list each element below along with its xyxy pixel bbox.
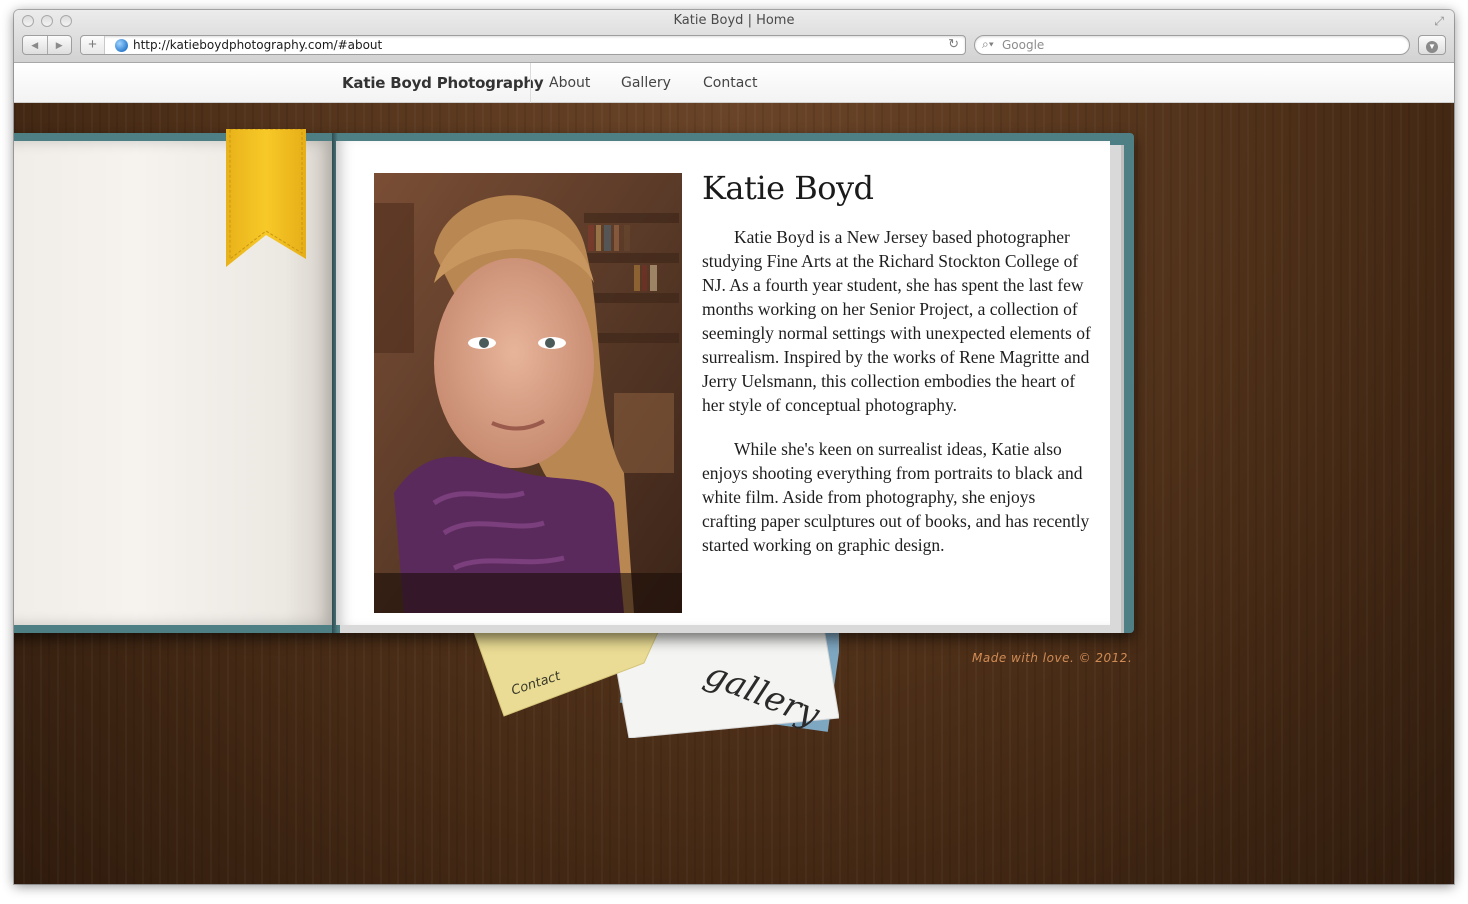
about-paragraph: Katie Boyd is a New Jersey based photogr…	[702, 227, 1091, 415]
portrait-photo	[374, 173, 682, 613]
forward-button[interactable]: ▶	[48, 36, 72, 54]
downloads-button[interactable]: ▼	[1418, 35, 1446, 55]
about-heading: Katie Boyd	[702, 169, 874, 207]
window-title: Katie Boyd | Home	[673, 13, 795, 28]
nav-divider	[530, 63, 531, 103]
address-url[interactable]: http://katieboydphotography.com/#about	[133, 38, 382, 52]
wood-background: gallery Contact Katie Boyd Katie Boyd is…	[14, 103, 1454, 884]
nav-link-gallery[interactable]: Gallery	[621, 75, 671, 91]
back-button[interactable]: ◀	[23, 36, 48, 54]
browser-window: Katie Boyd | Home ⤢ ◀ ▶ + http://katiebo…	[14, 10, 1454, 884]
about-text: Katie Boyd is a New Jersey based photogr…	[702, 225, 1094, 577]
address-bar[interactable]: + http://katieboydphotography.com/#about…	[80, 35, 966, 55]
nav-link-contact[interactable]: Contact	[703, 75, 757, 91]
site-navbar: Katie Boyd Photography About Gallery Con…	[14, 63, 1454, 103]
about-paragraph: While she's keen on surrealist ideas, Ka…	[702, 439, 1090, 555]
footer-credit: Made with love. © 2012.	[972, 651, 1133, 665]
browser-toolbar: Katie Boyd | Home ⤢ ◀ ▶ + http://katiebo…	[14, 10, 1454, 63]
nav-link-about[interactable]: About	[549, 75, 590, 91]
fullscreen-icon[interactable]: ⤢	[1434, 14, 1444, 29]
history-buttons: ◀ ▶	[22, 35, 72, 55]
search-placeholder: Google	[1002, 38, 1045, 52]
add-bookmark-icon[interactable]: +	[81, 36, 105, 54]
download-icon: ▼	[1426, 41, 1438, 53]
bookmark-ribbon-icon	[226, 129, 306, 267]
reload-icon[interactable]: ↻	[948, 36, 959, 52]
search-icon: ⌕▾	[982, 37, 994, 51]
search-input[interactable]: ⌕▾ Google	[974, 35, 1410, 55]
site-brand-link[interactable]: Katie Boyd Photography	[342, 74, 544, 92]
globe-icon	[115, 39, 128, 52]
